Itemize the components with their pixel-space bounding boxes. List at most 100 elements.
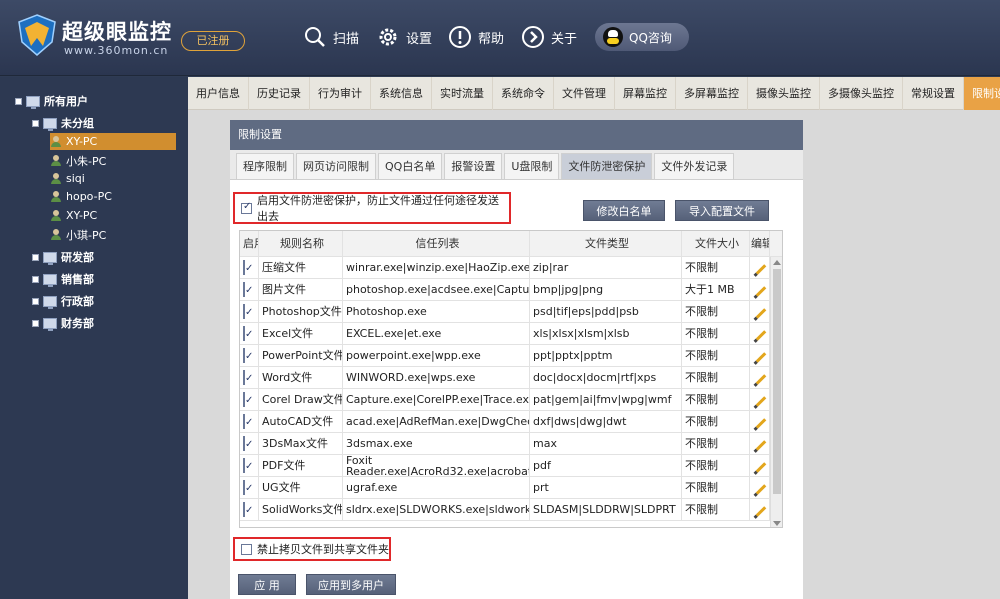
tab-7[interactable]: 屏幕监控	[615, 77, 676, 110]
pencil-icon[interactable]	[755, 264, 767, 275]
tab-10[interactable]: 多摄像头监控	[820, 77, 903, 110]
settings-button[interactable]: 设置	[376, 24, 432, 50]
tab-4[interactable]: 实时流量	[432, 77, 493, 110]
subtab-4[interactable]: U盘限制	[504, 153, 560, 179]
scan-button[interactable]: 扫描	[303, 24, 359, 50]
import-config-button[interactable]: 导入配置文件	[675, 200, 769, 221]
scroll-down-icon[interactable]	[773, 521, 781, 526]
table-header: 启用 规则名称 信任列表 文件类型 文件大小 编辑	[240, 231, 782, 257]
apply-multi-user-button[interactable]: 应用到多用户	[306, 574, 396, 595]
edit-whitelist-button[interactable]: 修改白名单	[583, 200, 665, 221]
tree-group[interactable]: 财务部	[32, 315, 94, 331]
file-size: 不限制	[682, 345, 750, 366]
row-enable-checkbox[interactable]	[243, 458, 245, 473]
block-share-copy-label: 禁止拷贝文件到共享文件夹	[257, 543, 389, 556]
tree-client[interactable]: hopo-PC	[50, 190, 112, 203]
file-size: 不限制	[682, 367, 750, 388]
trust-list: Foxit Reader.exe|AcroRd32.exe|acrobat.	[343, 455, 530, 476]
row-enable-checkbox[interactable]	[243, 348, 245, 363]
row-enable-checkbox[interactable]	[243, 260, 245, 275]
tab-3[interactable]: 系统信息	[371, 77, 432, 110]
subtab-1[interactable]: 网页访问限制	[296, 153, 376, 179]
trust-list: Capture.exe|CorelPP.exe|Trace.ex	[343, 389, 530, 410]
row-enable-checkbox[interactable]	[243, 304, 245, 319]
scroll-thumb[interactable]	[773, 269, 781, 494]
tree-group-unassigned[interactable]: 未分组	[32, 115, 94, 131]
tab-12[interactable]: 限制设置	[964, 77, 1000, 110]
file-types: psd|tif|eps|pdd|psb	[530, 301, 682, 322]
tab-2[interactable]: 行为审计	[310, 77, 371, 110]
row-enable-cell	[240, 367, 259, 388]
tab-0[interactable]: 用户信息	[188, 77, 249, 110]
col-header: 文件类型	[530, 231, 682, 256]
tree-group[interactable]: 研发部	[32, 249, 94, 265]
row-enable-checkbox[interactable]	[243, 392, 245, 407]
apply-button[interactable]: 应 用	[238, 574, 296, 595]
pencil-icon[interactable]	[755, 286, 767, 297]
qq-consult-label: QQ咨询	[629, 30, 672, 45]
row-enable-checkbox[interactable]	[243, 370, 245, 385]
tab-11[interactable]: 常规设置	[903, 77, 964, 110]
row-enable-cell	[240, 433, 259, 454]
file-size: 不限制	[682, 455, 750, 476]
collapse-icon[interactable]	[15, 97, 22, 105]
pencil-icon[interactable]	[755, 418, 767, 429]
tab-8[interactable]: 多屏幕监控	[676, 77, 748, 110]
expand-icon[interactable]	[32, 297, 39, 305]
tab-6[interactable]: 文件管理	[554, 77, 615, 110]
tree-client[interactable]: 小琪-PC	[50, 227, 106, 243]
rule-name: UG文件	[259, 477, 343, 498]
subtab-2[interactable]: QQ白名单	[378, 153, 443, 179]
tree-group[interactable]: 行政部	[32, 293, 94, 309]
subtab-6[interactable]: 文件外发记录	[654, 153, 735, 179]
expand-icon[interactable]	[32, 275, 39, 283]
tab-1[interactable]: 历史记录	[249, 77, 310, 110]
pencil-icon[interactable]	[755, 374, 767, 385]
file-types: dxf|dws|dwg|dwt	[530, 411, 682, 432]
pencil-icon[interactable]	[755, 484, 767, 495]
app-header: 超级眼监控 www.360mon.cn 已注册 扫描 设置 帮助 关于 QQ咨询	[0, 0, 1000, 76]
tree-client-xy-pc[interactable]: XY-PC	[50, 133, 176, 150]
expand-icon[interactable]	[32, 319, 39, 327]
block-share-copy-option[interactable]: 禁止拷贝文件到共享文件夹	[233, 537, 391, 561]
pencil-icon[interactable]	[755, 308, 767, 319]
tree-client[interactable]: siqi	[50, 172, 85, 185]
enable-protection-checkbox[interactable]	[241, 201, 252, 214]
pencil-icon[interactable]	[755, 396, 767, 407]
trust-list: sldrx.exe|SLDWORKS.exe|sldworks	[343, 499, 530, 520]
about-button[interactable]: 关于	[521, 24, 577, 50]
pencil-icon[interactable]	[755, 330, 767, 341]
registered-badge: 已注册	[181, 31, 245, 51]
row-enable-checkbox[interactable]	[243, 282, 245, 297]
help-button[interactable]: 帮助	[448, 24, 504, 50]
pencil-icon[interactable]	[755, 462, 767, 473]
tree-root[interactable]: 所有用户	[15, 93, 88, 109]
subtab-0[interactable]: 程序限制	[236, 153, 294, 179]
user-icon	[50, 172, 62, 185]
row-enable-checkbox[interactable]	[243, 480, 245, 495]
subtab-5[interactable]: 文件防泄密保护	[561, 153, 653, 179]
tree-client[interactable]: 小朱-PC	[50, 153, 106, 169]
block-share-copy-checkbox[interactable]	[241, 543, 252, 555]
row-enable-checkbox[interactable]	[243, 502, 245, 517]
subtab-3[interactable]: 报警设置	[444, 153, 503, 179]
pencil-icon[interactable]	[755, 352, 767, 363]
user-icon	[50, 135, 62, 148]
collapse-icon[interactable]	[32, 119, 39, 127]
tab-5[interactable]: 系统命令	[493, 77, 554, 110]
enable-protection-option[interactable]: 启用文件防泄密保护，防止文件通过任何途径发送出去	[233, 192, 511, 224]
row-enable-checkbox[interactable]	[243, 436, 245, 451]
col-header: 文件大小	[682, 231, 750, 256]
row-enable-checkbox[interactable]	[243, 326, 245, 341]
pencil-icon[interactable]	[755, 440, 767, 451]
row-enable-checkbox[interactable]	[243, 414, 245, 429]
table-scrollbar[interactable]	[770, 257, 782, 527]
tree-group[interactable]: 销售部	[32, 271, 94, 287]
tree-client[interactable]: XY-PC	[50, 209, 97, 222]
help-label: 帮助	[478, 31, 505, 47]
pencil-icon[interactable]	[755, 506, 767, 517]
expand-icon[interactable]	[32, 253, 39, 261]
scroll-up-icon[interactable]	[773, 260, 781, 265]
qq-consult-button[interactable]: QQ咨询	[595, 23, 689, 51]
tab-9[interactable]: 摄像头监控	[748, 77, 820, 110]
